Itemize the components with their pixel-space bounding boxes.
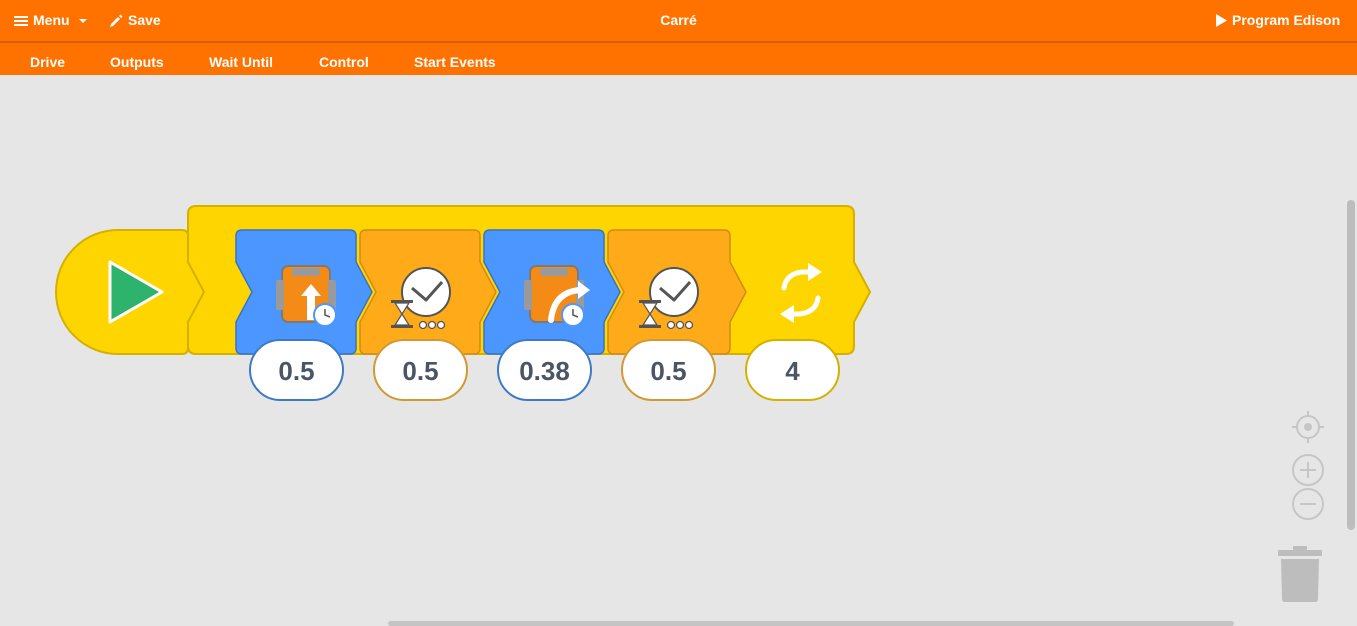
menu-button[interactable]: Menu [14, 0, 87, 41]
trash-can[interactable] [1277, 546, 1323, 604]
trash-icon [1278, 546, 1322, 602]
hamburger-icon [14, 15, 28, 26]
save-button[interactable]: Save [109, 0, 161, 41]
value-pill-drive-forward[interactable]: 0.5 [249, 339, 344, 401]
program-blocks: 0.5 0.5 0.38 0.5 4 [55, 205, 872, 401]
caret-down-icon [78, 18, 87, 23]
zoom-out-button[interactable] [1291, 487, 1325, 526]
play-icon [1216, 14, 1227, 27]
top-toolbar: Menu Save Carré Program Edison [0, 0, 1357, 43]
value-text: 0.5 [650, 356, 686, 386]
program-title: Carré [660, 12, 697, 28]
value-text: 0.5 [402, 356, 438, 386]
value-pill-wait-1[interactable]: 0.5 [373, 339, 468, 401]
turn-right-block[interactable] [483, 229, 621, 355]
wait-block-2[interactable] [607, 229, 747, 355]
wait-block-1[interactable] [359, 229, 497, 355]
value-pill-loop-count[interactable]: 4 [745, 339, 840, 401]
robot-forward-timer-icon [276, 265, 337, 327]
save-label: Save [128, 12, 161, 28]
value-text: 0.38 [519, 356, 570, 386]
block-workspace[interactable]: 0.5 0.5 0.38 0.5 4 [0, 75, 1357, 626]
pencil-icon [110, 14, 123, 27]
program-edison-button[interactable]: Program Edison [1215, 0, 1340, 41]
minus-icon [1292, 488, 1324, 520]
plus-icon [1292, 454, 1324, 486]
value-text: 0.5 [278, 356, 314, 386]
crosshair-icon [1292, 411, 1324, 443]
start-block[interactable] [55, 229, 206, 355]
program-edison-label: Program Edison [1232, 12, 1341, 28]
menu-label: Menu [33, 12, 70, 28]
value-text: 4 [785, 356, 800, 386]
drive-forward-block[interactable] [235, 229, 373, 355]
category-bar: Drive Outputs Wait Until Control Start E… [0, 43, 1357, 75]
value-pill-turn-right[interactable]: 0.38 [497, 339, 592, 401]
vertical-scrollbar[interactable] [1347, 200, 1355, 530]
value-pill-wait-2[interactable]: 0.5 [621, 339, 716, 401]
horizontal-scrollbar[interactable] [388, 621, 1234, 626]
recenter-button[interactable] [1291, 410, 1325, 449]
